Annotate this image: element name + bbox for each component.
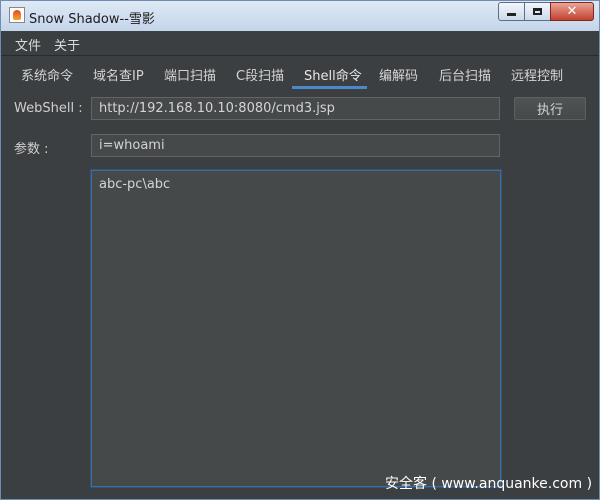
tab-port-scan[interactable]: 端口扫描 [164, 65, 216, 84]
maximize-icon [533, 8, 542, 15]
title-bar[interactable]: Snow Shadow--雪影 ✕ [1, 1, 599, 31]
tab-shell-command[interactable]: Shell命令 [304, 65, 362, 84]
active-tab-indicator [292, 86, 367, 89]
close-icon: ✕ [566, 4, 578, 19]
java-app-icon [9, 7, 25, 23]
window-title: Snow Shadow--雪影 [29, 12, 155, 27]
execute-button[interactable]: 执行 [514, 97, 586, 120]
params-label: 参数 : [14, 142, 49, 157]
params-field[interactable]: i=whoami [91, 134, 500, 157]
menu-file[interactable]: 文件 [15, 35, 41, 54]
webshell-label: WebShell : [14, 101, 83, 116]
window-controls: ✕ [498, 2, 594, 21]
tab-domain-lookup[interactable]: 域名查IP [93, 65, 144, 84]
tab-encode-decode[interactable]: 编解码 [379, 65, 418, 84]
output-textarea[interactable]: abc-pc\abc [90, 169, 502, 488]
maximize-button[interactable] [524, 2, 551, 21]
tab-system-command[interactable]: 系统命令 [21, 65, 73, 84]
tab-remote-control[interactable]: 远程控制 [511, 65, 563, 84]
menu-about[interactable]: 关于 [54, 35, 80, 54]
menu-bar: 文件 关于 [1, 31, 599, 56]
tab-c-segment-scan[interactable]: C段扫描 [236, 65, 284, 84]
minimize-button[interactable] [498, 2, 525, 21]
close-button[interactable]: ✕ [550, 2, 594, 21]
watermark-text: 安全客 ( www.anquanke.com ) [385, 476, 593, 492]
app-window: Snow Shadow--雪影 ✕ 文件 关于 系统命令 域名查IP 端口扫描 … [0, 0, 600, 500]
tab-bar: 系统命令 域名查IP 端口扫描 C段扫描 Shell命令 编解码 后台扫描 远程… [1, 59, 599, 89]
tab-backend-scan[interactable]: 后台扫描 [439, 65, 491, 84]
minimize-icon [507, 13, 516, 16]
webshell-url-field[interactable]: http://192.168.10.10:8080/cmd3.jsp [91, 97, 500, 120]
